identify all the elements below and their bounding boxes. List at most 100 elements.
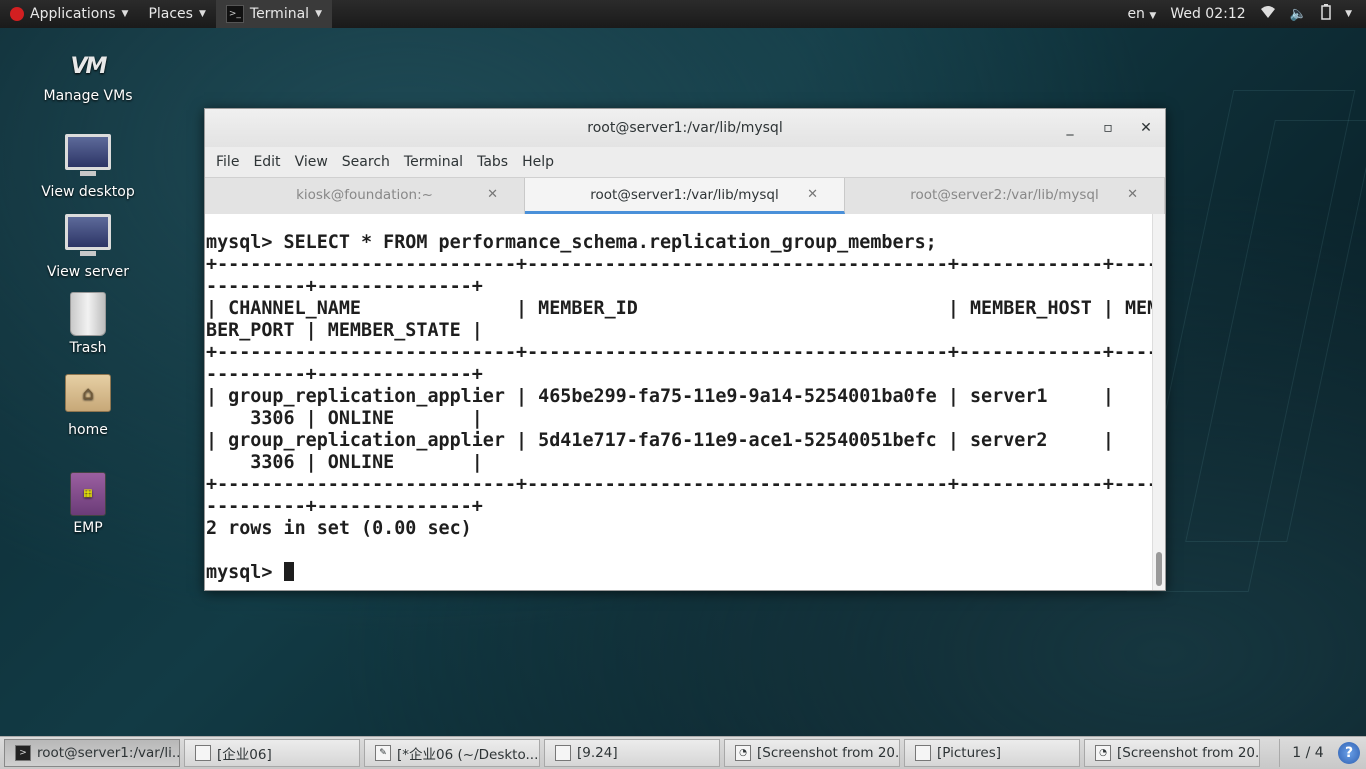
top-panel: Applications ▼ Places ▼ >_ Terminal ▼ en… <box>0 0 1366 28</box>
desktop-icon-manage-vms[interactable]: VM Manage VMs <box>28 50 148 104</box>
terminal-prompt: mysql> <box>206 562 284 583</box>
desktop-icon-home[interactable]: ⌂ home <box>28 374 148 438</box>
language-label: en <box>1127 6 1145 22</box>
workspace-indicator[interactable]: 1 / 4 <box>1279 739 1336 767</box>
places-label: Places <box>148 6 193 22</box>
power-menu-chevron-icon[interactable]: ▼ <box>1345 9 1352 19</box>
document-icon <box>555 745 571 761</box>
chevron-down-icon: ▼ <box>1149 11 1157 21</box>
monitor-icon <box>65 214 111 256</box>
terminal-line: mysql> SELECT * FROM performance_schema.… <box>206 232 937 253</box>
task-label: [9.24] <box>577 745 618 761</box>
desktop-icon-view-server[interactable]: View server <box>28 214 148 280</box>
desktop-icon-label: View desktop <box>41 184 135 200</box>
help-icon[interactable]: ? <box>1338 742 1360 764</box>
chevron-down-icon: ▼ <box>121 9 129 19</box>
tab-kiosk-foundation[interactable]: kiosk@foundation:~ ✕ <box>205 178 525 214</box>
chevron-down-icon: ▼ <box>315 9 322 19</box>
menu-bar: File Edit View Search Terminal Tabs Help <box>205 147 1165 177</box>
task-qiye06-editor[interactable]: ✎ [*企业06 (~/Deskto... <box>364 739 540 767</box>
desktop-icon-trash[interactable]: Trash <box>28 292 148 356</box>
folder-icon <box>915 745 931 761</box>
desktop-icon-label: View server <box>47 264 129 280</box>
home-folder-icon: ⌂ <box>65 374 111 412</box>
clock[interactable]: Wed 02:12 <box>1170 6 1245 22</box>
terminal-line: ---------+--------------+ <box>206 276 483 297</box>
window-title: root@server1:/var/lib/mysql <box>587 120 783 136</box>
window-titlebar[interactable]: root@server1:/var/lib/mysql _ ▫ ✕ <box>205 109 1165 147</box>
places-menu[interactable]: Places ▼ <box>138 0 215 28</box>
task-screenshot-1[interactable]: ◔ [Screenshot from 20... <box>724 739 900 767</box>
terminal-icon: > <box>15 745 31 761</box>
menu-file[interactable]: File <box>209 154 246 170</box>
task-label: [Pictures] <box>937 745 1001 761</box>
document-icon <box>195 745 211 761</box>
menu-tabs[interactable]: Tabs <box>470 154 515 170</box>
terminal-line: 3306 | ONLINE | <box>206 452 483 473</box>
image-viewer-icon: ◔ <box>1095 745 1111 761</box>
terminal-text: mysql> SELECT * FROM performance_schema.… <box>205 214 1155 584</box>
terminal-app-menu[interactable]: >_ Terminal ▼ <box>215 0 332 28</box>
system-tray: en ▼ Wed 02:12 🔈 ▼ <box>1127 0 1366 28</box>
menu-terminal[interactable]: Terminal <box>397 154 470 170</box>
desktop-icon-label: Manage VMs <box>43 88 133 104</box>
tab-close-icon[interactable]: ✕ <box>1127 178 1138 212</box>
tab-root-server2[interactable]: root@server2:/var/lib/mysql ✕ <box>845 178 1165 214</box>
terminal-line: +---------------------------+-----------… <box>206 342 1155 363</box>
terminal-line: | group_replication_applier | 465be299-f… <box>206 386 1114 407</box>
terminal-line: BER_PORT | MEMBER_STATE | <box>206 320 483 341</box>
terminal-line: | CHANNEL_NAME | MEMBER_ID | MEMBER_HOST… <box>206 298 1155 319</box>
image-viewer-icon: ◔ <box>735 745 751 761</box>
desktop-icon-view-desktop[interactable]: View desktop <box>28 134 148 200</box>
tab-close-icon[interactable]: ✕ <box>807 178 818 212</box>
volume-icon[interactable]: 🔈 <box>1290 6 1307 22</box>
terminal-line: 3306 | ONLINE | <box>206 408 483 429</box>
tab-bar: kiosk@foundation:~ ✕ root@server1:/var/l… <box>205 177 1165 215</box>
menu-search[interactable]: Search <box>335 154 397 170</box>
menu-help[interactable]: Help <box>515 154 561 170</box>
tab-label: root@server1:/var/lib/mysql <box>590 187 779 203</box>
desktop-icon-label: Trash <box>69 340 107 356</box>
terminal-line: | group_replication_applier | 5d41e717-f… <box>206 430 1114 451</box>
window-list-taskbar: > root@server1:/var/li... [企业06] ✎ [*企业0… <box>0 736 1366 769</box>
battery-icon[interactable] <box>1321 4 1331 24</box>
monitor-icon <box>65 134 111 176</box>
emp-app-icon: ▦ <box>70 472 106 516</box>
task-label: [企业06] <box>217 747 272 763</box>
trash-icon <box>70 292 106 336</box>
desktop-icon-label: EMP <box>73 520 103 536</box>
terminal-output[interactable]: mysql> SELECT * FROM performance_schema.… <box>205 214 1155 590</box>
task-qiye06[interactable]: [企业06] <box>184 739 360 767</box>
terminal-line: +---------------------------+-----------… <box>206 254 1155 275</box>
tab-close-icon[interactable]: ✕ <box>487 178 498 212</box>
terminal-line: 2 rows in set (0.00 sec) <box>206 518 472 539</box>
tab-label: root@server2:/var/lib/mysql <box>910 187 1099 203</box>
terminal-scrollbar[interactable] <box>1152 214 1165 590</box>
task-pictures[interactable]: [Pictures] <box>904 739 1080 767</box>
tab-root-server1[interactable]: root@server1:/var/lib/mysql ✕ <box>525 178 845 214</box>
task-screenshot-2[interactable]: ◔ [Screenshot from 20... <box>1084 739 1260 767</box>
vm-manager-icon: VM <box>70 54 108 79</box>
wifi-icon[interactable] <box>1260 5 1276 23</box>
text-cursor <box>283 562 294 581</box>
redhat-logo-icon <box>10 7 24 21</box>
maximize-icon[interactable]: ▫ <box>1093 109 1123 147</box>
terminal-line: +---------------------------+-----------… <box>206 474 1155 495</box>
task-label: [Screenshot from 20... <box>757 745 900 761</box>
tab-label: kiosk@foundation:~ <box>296 187 433 203</box>
terminal-line: ---------+--------------+ <box>206 364 483 385</box>
terminal-icon: >_ <box>225 5 244 23</box>
scrollbar-thumb[interactable] <box>1156 552 1162 586</box>
close-icon[interactable]: ✕ <box>1131 109 1161 147</box>
desktop-icon-emp[interactable]: ▦ EMP <box>28 472 148 536</box>
language-selector[interactable]: en ▼ <box>1127 6 1156 22</box>
task-label: [*企业06 (~/Deskto... <box>397 747 539 763</box>
menu-view[interactable]: View <box>288 154 335 170</box>
task-9-24[interactable]: [9.24] <box>544 739 720 767</box>
terminal-app-label: Terminal <box>249 6 310 22</box>
task-terminal-server1[interactable]: > root@server1:/var/li... <box>4 739 180 767</box>
desktop-icon-label: home <box>68 422 108 438</box>
minimize-icon[interactable]: _ <box>1055 109 1085 147</box>
applications-menu[interactable]: Applications ▼ <box>0 0 138 28</box>
menu-edit[interactable]: Edit <box>246 154 287 170</box>
